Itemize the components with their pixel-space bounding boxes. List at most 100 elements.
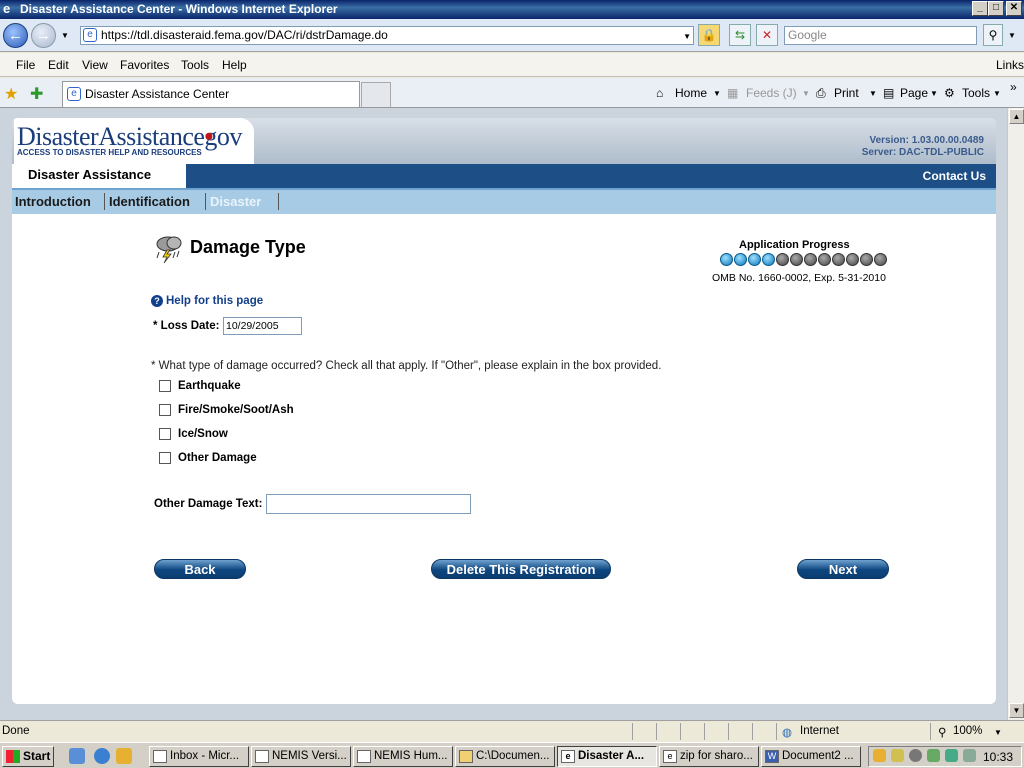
- nav-divider: [104, 193, 105, 210]
- new-tab-button[interactable]: [361, 82, 391, 107]
- other-damage-text-input[interactable]: [266, 494, 471, 514]
- history-dropdown-icon[interactable]: ▼: [61, 31, 69, 40]
- task-document2[interactable]: W Document2 ...: [761, 746, 861, 767]
- window-title-bar: e Disaster Assistance Center - Windows I…: [0, 0, 1024, 19]
- nemis-icon: [357, 750, 371, 763]
- tray-antivirus-icon[interactable]: [927, 749, 940, 762]
- vertical-scrollbar[interactable]: ▲ ▼: [1007, 108, 1024, 720]
- tray-network-icon[interactable]: [909, 749, 922, 762]
- menu-file[interactable]: File: [16, 58, 35, 72]
- print-button[interactable]: Print: [834, 86, 859, 100]
- ice-snow-checkbox[interactable]: [159, 428, 171, 440]
- task-inbox[interactable]: Inbox - Micr...: [149, 746, 249, 767]
- close-button[interactable]: ✕: [1006, 1, 1022, 16]
- fire-checkbox[interactable]: [159, 404, 171, 416]
- status-divider: [752, 723, 753, 740]
- zoom-dropdown-icon[interactable]: ▼: [994, 728, 1002, 737]
- damage-question: * What type of damage occurred? Check al…: [151, 360, 662, 372]
- tab-disaster-assistance-section[interactable]: Disaster Assistance: [12, 164, 186, 188]
- address-url: https://tdl.disasteraid.fema.gov/DAC/ri/…: [101, 28, 388, 42]
- feeds-dropdown-icon[interactable]: ▼: [802, 89, 810, 98]
- back-arrow-icon[interactable]: ←: [3, 23, 28, 48]
- loss-date-input[interactable]: [223, 317, 302, 335]
- stop-icon[interactable]: ✕: [756, 24, 778, 46]
- home-dropdown-icon[interactable]: ▼: [713, 89, 721, 98]
- search-input[interactable]: Google: [784, 26, 977, 45]
- menu-edit[interactable]: Edit: [48, 58, 69, 72]
- zoom-level[interactable]: 100%: [953, 725, 982, 737]
- progress-dot: [748, 253, 761, 266]
- feeds-icon[interactable]: ▦: [727, 86, 738, 100]
- forward-arrow-icon[interactable]: →: [31, 23, 56, 48]
- page-icon[interactable]: ▤: [883, 86, 894, 100]
- contact-us-link[interactable]: Contact Us: [923, 169, 986, 183]
- tools-gear-icon[interactable]: ⚙: [944, 86, 955, 100]
- start-button[interactable]: Start: [2, 746, 54, 767]
- task-disaster-assistance[interactable]: e Disaster A...: [557, 746, 657, 767]
- zoom-icon[interactable]: ⚲: [938, 725, 946, 739]
- address-dropdown-icon[interactable]: ▼: [683, 28, 691, 45]
- progress-dot: [832, 253, 845, 266]
- back-button[interactable]: Back: [154, 559, 246, 579]
- site-logo[interactable]: DisasterAssistance • gov ACCESS TO DISASTE…: [14, 118, 254, 164]
- menu-favorites[interactable]: Favorites: [120, 58, 169, 72]
- status-divider: [776, 723, 777, 740]
- chevron-more-icon[interactable]: »: [1010, 80, 1017, 94]
- tray-security-icon[interactable]: [891, 749, 904, 762]
- step-disaster[interactable]: Disaster: [210, 194, 261, 209]
- menu-help[interactable]: Help: [222, 58, 247, 72]
- quicklaunch-ie-icon[interactable]: [94, 748, 110, 764]
- menu-tools[interactable]: Tools: [181, 58, 209, 72]
- progress-dot: [762, 253, 775, 266]
- task-documents-folder[interactable]: C:\Documen...: [455, 746, 555, 767]
- ice-snow-label: Ice/Snow: [178, 428, 228, 440]
- delete-registration-button[interactable]: Delete This Registration: [431, 559, 611, 579]
- print-icon[interactable]: ⎙: [816, 86, 826, 101]
- feeds-button[interactable]: Feeds (J): [746, 86, 797, 100]
- other-damage-label: Other Damage: [178, 452, 257, 464]
- address-input[interactable]: e https://tdl.disasteraid.fema.gov/DAC/r…: [80, 26, 694, 45]
- menu-view[interactable]: View: [82, 58, 108, 72]
- page-dropdown-icon[interactable]: ▼: [930, 89, 938, 98]
- status-divider: [632, 723, 633, 740]
- scroll-up-icon[interactable]: ▲: [1009, 109, 1024, 124]
- progress-dot: [846, 253, 859, 266]
- help-link[interactable]: Help for this page: [166, 295, 263, 307]
- ie-icon: e: [561, 750, 575, 763]
- tray-outlook-icon[interactable]: [873, 749, 886, 762]
- lock-icon[interactable]: 🔒: [698, 24, 720, 46]
- tab-disaster-assistance[interactable]: e Disaster Assistance Center: [62, 81, 360, 107]
- print-dropdown-icon[interactable]: ▼: [869, 89, 877, 98]
- links-toolbar[interactable]: Links: [996, 58, 1024, 72]
- page-title: Damage Type: [190, 237, 306, 257]
- search-options-icon[interactable]: ▼: [1008, 31, 1016, 40]
- help-icon[interactable]: ?: [151, 295, 163, 307]
- tray-sound-icon[interactable]: [963, 749, 976, 762]
- quicklaunch-desktop-icon[interactable]: [69, 748, 85, 764]
- step-introduction[interactable]: Introduction: [15, 194, 91, 209]
- minimize-button[interactable]: _: [972, 1, 988, 16]
- task-nemis-version[interactable]: NEMIS Versi...: [251, 746, 351, 767]
- home-button[interactable]: Home: [675, 86, 707, 100]
- tools-dropdown-icon[interactable]: ▼: [993, 89, 1001, 98]
- search-icon[interactable]: ⚲: [983, 24, 1003, 46]
- page-icon: e: [67, 87, 81, 101]
- add-favorite-icon[interactable]: ✚: [30, 84, 43, 104]
- maximize-button[interactable]: □: [988, 1, 1004, 16]
- step-identification[interactable]: Identification: [109, 194, 190, 209]
- earthquake-checkbox[interactable]: [159, 380, 171, 392]
- refresh-icon[interactable]: ⇆: [729, 24, 751, 46]
- scroll-down-icon[interactable]: ▼: [1009, 703, 1024, 718]
- quicklaunch-outlook-icon[interactable]: [116, 748, 132, 764]
- favorites-star-icon[interactable]: ★: [4, 84, 18, 104]
- ie-icon: e: [663, 750, 677, 763]
- tray-device-icon[interactable]: [945, 749, 958, 762]
- page-button[interactable]: Page: [900, 86, 928, 100]
- next-button[interactable]: Next: [797, 559, 889, 579]
- other-damage-checkbox[interactable]: [159, 452, 171, 464]
- home-icon[interactable]: ⌂: [656, 86, 663, 100]
- task-zip-for-sharon[interactable]: e zip for sharo...: [659, 746, 759, 767]
- tools-button[interactable]: Tools: [962, 86, 990, 100]
- clock[interactable]: 10:33: [983, 750, 1013, 764]
- task-nemis-human[interactable]: NEMIS Hum...: [353, 746, 453, 767]
